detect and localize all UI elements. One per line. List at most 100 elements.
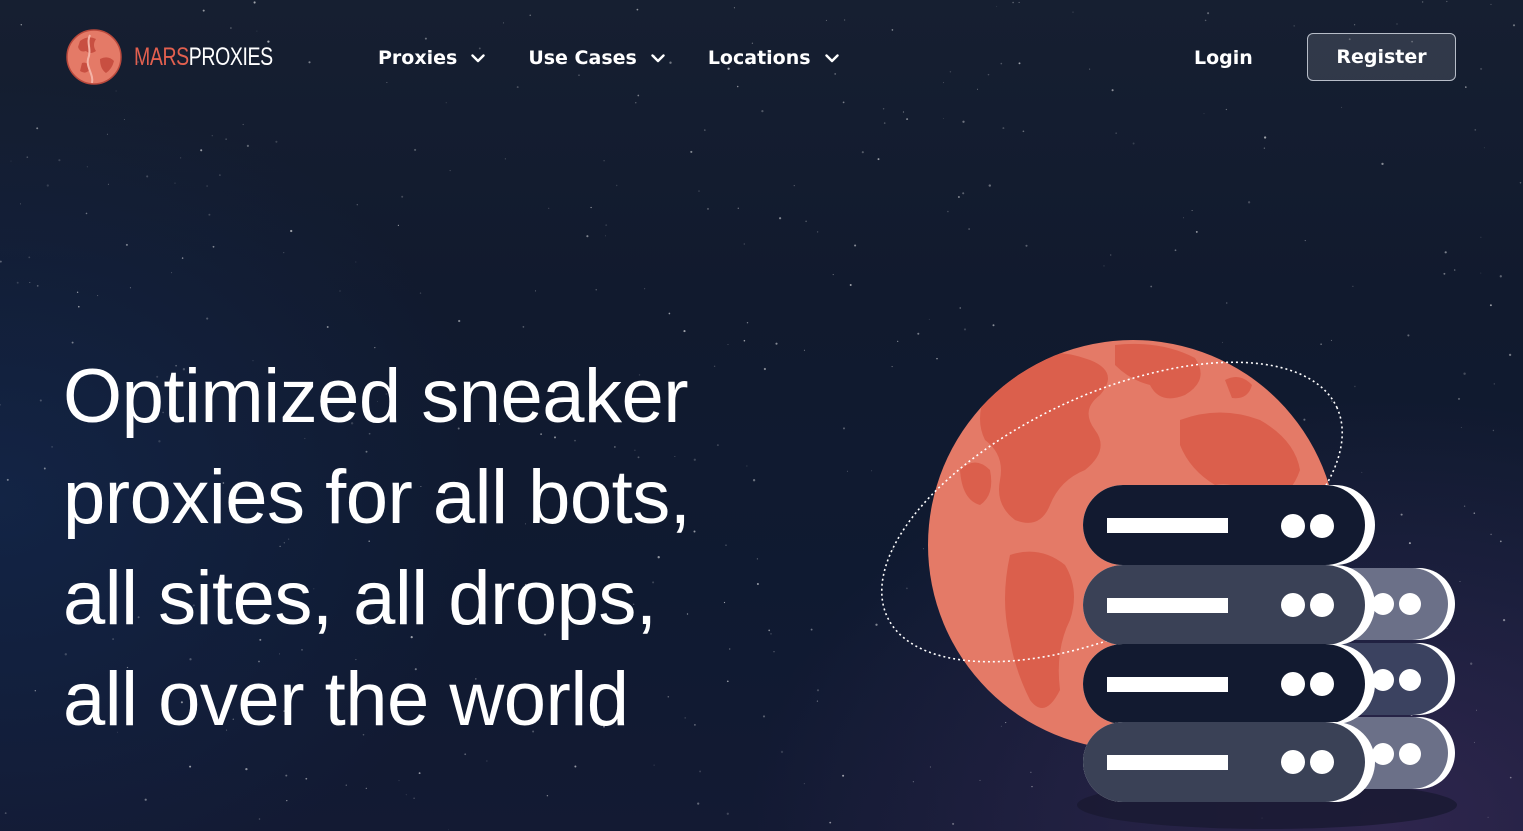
star bbox=[1132, 142, 1135, 145]
star bbox=[76, 291, 79, 293]
star bbox=[875, 623, 878, 626]
star bbox=[413, 797, 415, 799]
server-unit bbox=[1083, 644, 1375, 724]
star bbox=[1490, 3, 1492, 5]
star bbox=[20, 24, 23, 26]
star bbox=[1263, 147, 1266, 149]
star bbox=[891, 29, 894, 31]
server-unit bbox=[1083, 485, 1375, 565]
star bbox=[522, 326, 525, 328]
star bbox=[902, 111, 905, 113]
star bbox=[401, 195, 404, 198]
star bbox=[877, 158, 880, 161]
star bbox=[516, 86, 519, 89]
hero-title: Optimized sneaker proxies for all bots, … bbox=[63, 346, 823, 750]
star bbox=[761, 109, 764, 113]
star bbox=[212, 245, 215, 248]
star bbox=[1191, 210, 1193, 211]
nav-item-label: Proxies bbox=[378, 47, 458, 69]
star bbox=[1487, 816, 1489, 819]
star bbox=[219, 174, 221, 176]
star bbox=[397, 224, 400, 227]
server-unit bbox=[1083, 565, 1375, 645]
star bbox=[34, 690, 36, 692]
star bbox=[208, 213, 211, 216]
star bbox=[832, 274, 834, 276]
star bbox=[959, 307, 961, 309]
star bbox=[843, 19, 846, 21]
star bbox=[355, 261, 357, 263]
star bbox=[698, 190, 700, 192]
star bbox=[1519, 182, 1522, 184]
star bbox=[144, 798, 147, 801]
nav-item-label: Locations bbox=[707, 47, 811, 69]
star bbox=[1225, 108, 1228, 111]
star bbox=[943, 82, 945, 84]
star bbox=[405, 794, 407, 796]
star bbox=[699, 770, 702, 773]
hero-title-line: all sites, all drops, bbox=[63, 556, 657, 641]
star bbox=[816, 231, 819, 233]
star bbox=[107, 183, 109, 185]
star bbox=[1480, 67, 1483, 70]
star bbox=[449, 170, 451, 172]
star bbox=[636, 8, 639, 11]
star bbox=[849, 284, 852, 286]
star bbox=[1509, 776, 1512, 779]
star bbox=[605, 235, 606, 237]
star bbox=[957, 195, 960, 199]
star bbox=[206, 317, 209, 320]
register-button[interactable]: Register bbox=[1307, 33, 1456, 81]
star bbox=[1304, 240, 1306, 242]
star bbox=[0, 260, 2, 263]
star bbox=[171, 272, 173, 274]
star bbox=[637, 94, 640, 97]
star bbox=[225, 138, 227, 140]
mars-logo-icon bbox=[66, 29, 122, 85]
star bbox=[1443, 272, 1446, 275]
star bbox=[1103, 265, 1105, 267]
star bbox=[1421, 1, 1424, 3]
star bbox=[365, 787, 367, 789]
star bbox=[258, 818, 261, 820]
star bbox=[275, 140, 278, 143]
star bbox=[1446, 0, 1448, 3]
star bbox=[928, 318, 930, 320]
star bbox=[386, 81, 388, 83]
star bbox=[590, 206, 592, 209]
star bbox=[202, 9, 205, 12]
nav-item-proxies[interactable]: Proxies bbox=[378, 40, 486, 76]
star bbox=[968, 228, 970, 230]
brand-logo[interactable]: MARSPROXIES bbox=[66, 29, 312, 85]
star bbox=[200, 149, 203, 152]
nav-item-locations[interactable]: Locations bbox=[708, 40, 839, 76]
star bbox=[829, 821, 832, 824]
star bbox=[339, 290, 341, 292]
star bbox=[39, 399, 42, 402]
star bbox=[1353, 24, 1356, 26]
hero-title-line: proxies for all bots, bbox=[63, 455, 691, 540]
star bbox=[992, 324, 995, 327]
star bbox=[503, 22, 504, 24]
star bbox=[529, 14, 531, 16]
star bbox=[36, 285, 39, 287]
star bbox=[326, 326, 329, 328]
star bbox=[690, 150, 693, 153]
nav-item-use-cases[interactable]: Use Cases bbox=[528, 40, 665, 76]
star bbox=[1018, 62, 1021, 65]
brand-name-mars: MARS bbox=[134, 42, 189, 71]
star bbox=[6, 478, 9, 481]
star bbox=[211, 135, 213, 137]
star bbox=[883, 122, 886, 124]
star bbox=[825, 19, 827, 21]
star bbox=[1489, 304, 1492, 307]
star bbox=[727, 344, 729, 346]
star bbox=[1247, 201, 1251, 204]
star bbox=[414, 148, 417, 151]
login-link[interactable]: Login bbox=[1194, 40, 1253, 76]
star bbox=[842, 101, 845, 104]
star bbox=[706, 207, 710, 210]
star bbox=[574, 765, 577, 768]
star bbox=[1490, 533, 1492, 536]
star bbox=[26, 156, 29, 158]
